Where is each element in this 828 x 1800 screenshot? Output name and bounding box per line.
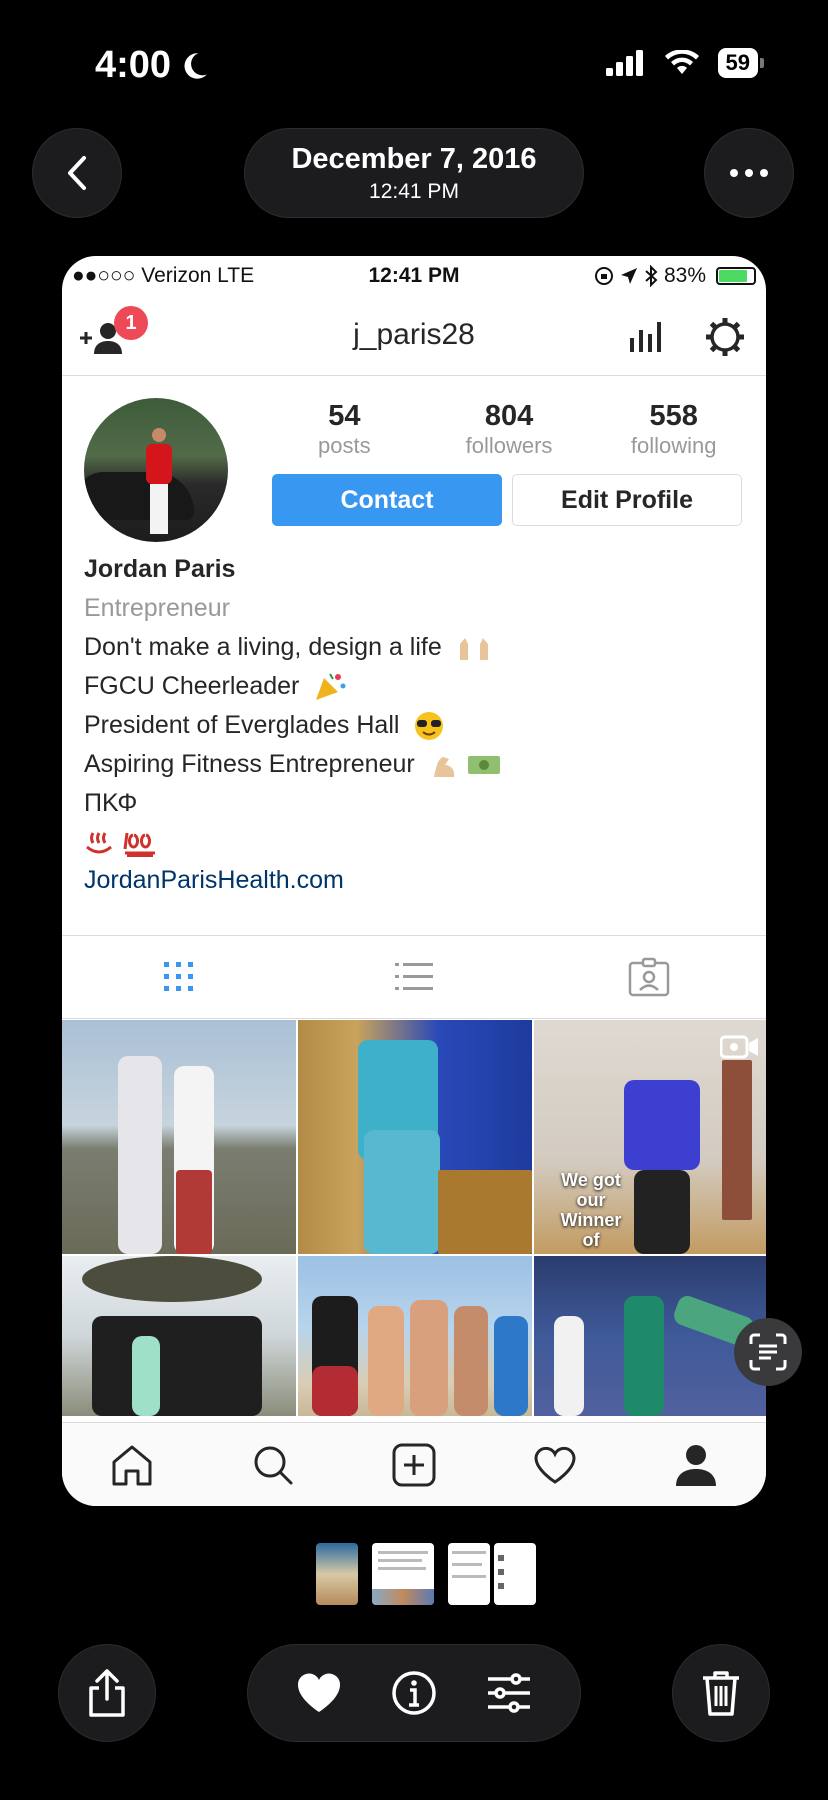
heart-icon [534, 1446, 576, 1484]
bio-line: Aspiring Fitness Entrepreneur [84, 745, 744, 784]
orientation-lock-icon [594, 267, 613, 285]
device-status-bar: 4:00 59 [0, 0, 828, 130]
stat-following[interactable]: 558 following [591, 400, 756, 459]
favorite-heart-icon[interactable] [296, 1672, 342, 1714]
bio-line: Don't make a living, design a life [84, 628, 744, 667]
stat-posts[interactable]: 54 posts [262, 400, 427, 459]
avatar-person-shape [146, 428, 172, 534]
grid-video[interactable]: We got our Winner of [534, 1020, 766, 1254]
ios-battery-percent: 83% [663, 264, 706, 287]
ig-bottom-nav [62, 1422, 766, 1506]
location-arrow-icon [620, 268, 637, 284]
ig-ios-status-bar: ●●○○○ Verizon LTE 12:41 PM 83% [62, 256, 766, 296]
text-scan-icon [749, 1333, 787, 1371]
stat-followers[interactable]: 804 followers [427, 400, 592, 459]
nav-search[interactable] [203, 1423, 344, 1506]
cellular-signal-icon [605, 50, 643, 76]
avatar-car-shape [84, 472, 194, 520]
grid-photo[interactable] [298, 1020, 532, 1254]
options-button[interactable] [704, 316, 746, 363]
hot-springs-emoji-icon [86, 832, 112, 854]
screenshot-image: ●●○○○ Verizon LTE 12:41 PM 83% 1 j_paris… [62, 256, 766, 1506]
adjust-sliders-icon[interactable] [486, 1673, 532, 1713]
profile-view-tabs [62, 935, 766, 1019]
money-emoji-icon [467, 756, 500, 775]
tagged-person-icon [628, 957, 669, 997]
bio-line: ΠΚΦ [84, 789, 138, 817]
profile-website-link[interactable]: JordanParisHealth.com [84, 861, 744, 900]
bar-chart-icon [630, 322, 661, 352]
battery-level: 59 [717, 48, 765, 78]
share-button[interactable] [58, 1644, 156, 1742]
grid-photo[interactable] [62, 1020, 296, 1254]
ig-profile-header: 1 j_paris28 [62, 296, 766, 376]
device-time: 4:00 [95, 44, 211, 87]
insights-button[interactable] [628, 320, 662, 357]
viewer-actions-pill [247, 1644, 581, 1742]
bio-line: President of Everglades Hall [84, 706, 744, 745]
home-icon [112, 1445, 152, 1485]
ellipsis-icon [730, 169, 768, 177]
video-overlay-text: We got our Winner of [560, 1170, 622, 1250]
profile-category: Entrepreneur [84, 594, 230, 622]
thumbnail[interactable] [372, 1543, 434, 1605]
tab-grid[interactable] [62, 936, 297, 1018]
flexed-biceps-emoji-icon [433, 757, 454, 778]
avatar[interactable] [84, 398, 228, 542]
plus-square-icon [392, 1443, 436, 1486]
wifi-icon [664, 50, 699, 74]
tab-tagged[interactable] [531, 936, 766, 1018]
list-icon [395, 963, 433, 990]
video-camera-icon [720, 1035, 758, 1059]
party-popper-emoji-icon [316, 673, 346, 701]
grid-photo[interactable] [534, 1256, 766, 1416]
bio-emoji-line [84, 823, 744, 859]
live-text-button[interactable] [734, 1318, 802, 1386]
thumbnail[interactable] [316, 1543, 358, 1605]
moon-icon [184, 52, 207, 79]
thumbnail-current[interactable] [494, 1543, 536, 1605]
carrier-label: ●●○○○ Verizon LTE [72, 264, 255, 287]
raised-hands-emoji-icon [459, 638, 488, 661]
thumbnail-strip [316, 1543, 536, 1605]
nav-home[interactable] [62, 1423, 203, 1506]
chevron-left-icon [68, 156, 86, 190]
search-icon [254, 1446, 293, 1484]
nav-new-post[interactable] [344, 1423, 485, 1506]
back-button[interactable] [32, 128, 122, 218]
nav-profile[interactable] [625, 1423, 766, 1506]
thumbnail[interactable] [448, 1543, 490, 1605]
profile-icon [675, 1444, 716, 1486]
contact-button[interactable]: Contact [272, 474, 502, 526]
info-icon[interactable] [391, 1670, 437, 1716]
nav-activity[interactable] [484, 1423, 625, 1506]
sunglasses-emoji-icon [415, 712, 444, 741]
edit-profile-button[interactable]: Edit Profile [512, 474, 742, 526]
ios-battery-icon [716, 267, 756, 285]
grid-icon [164, 962, 194, 991]
bio-line: FGCU Cheerleader [84, 667, 744, 706]
trash-icon [703, 1671, 739, 1716]
hundred-points-emoji-icon [123, 833, 155, 858]
profile-summary: 54 posts 804 followers 558 following Con… [62, 376, 766, 548]
profile-stats: 54 posts 804 followers 558 following [262, 400, 756, 459]
gear-icon [706, 318, 744, 356]
photo-date: December 7, 2016 [291, 143, 537, 175]
photo-date-pill[interactable]: December 7, 2016 12:41 PM [244, 128, 584, 218]
grid-photo[interactable] [298, 1256, 532, 1416]
bluetooth-icon [645, 265, 658, 287]
photo-grid: We got our Winner of [62, 1020, 766, 1416]
grid-photo[interactable] [62, 1256, 296, 1416]
more-options-button[interactable] [704, 128, 794, 218]
profile-full-name: Jordan Paris [84, 555, 236, 583]
delete-button[interactable] [672, 1644, 770, 1742]
share-icon [89, 1669, 125, 1717]
photo-time: 12:41 PM [369, 180, 459, 203]
profile-bio: Jordan Paris Entrepreneur Don't make a l… [62, 548, 766, 900]
tab-list[interactable] [297, 936, 532, 1018]
